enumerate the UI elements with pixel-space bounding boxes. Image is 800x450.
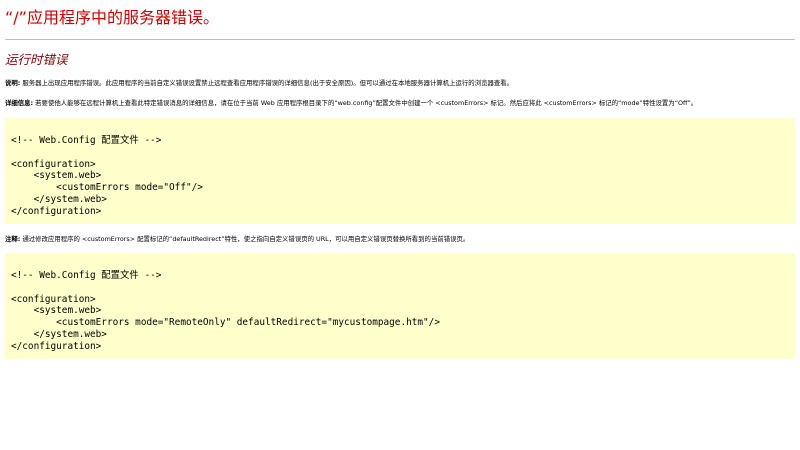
details-text: 若要使他人能够在远程计算机上查看此特定错误消息的详细信息，请在位于当前 Web … — [33, 99, 698, 107]
description-text: 服务器上出现应用程序错误。此应用程序的当前自定义错误设置禁止远程查看应用程序错误… — [20, 79, 514, 87]
details-paragraph: 详细信息: 若要使他人能够在远程计算机上查看此特定错误消息的详细信息，请在位于当… — [5, 98, 697, 108]
code-sample-off-text: <!-- Web.Config 配置文件 --> <configuration>… — [11, 135, 203, 217]
details-label: 详细信息: — [5, 99, 34, 107]
code-sample-redirect-text: <!-- Web.Config 配置文件 --> <configuration>… — [11, 270, 440, 352]
notes-text: 通过修改应用程序的 <customErrors> 配置标记的“defaultRe… — [20, 235, 470, 243]
error-page: “/”应用程序中的服务器错误。 运行时错误 说明: 服务器上出现应用程序错误。此… — [0, 0, 800, 450]
title-divider — [5, 39, 795, 40]
notes-label: 注释: — [5, 235, 21, 243]
description-label: 说明: — [5, 79, 21, 87]
page-title: “/”应用程序中的服务器错误。 — [5, 8, 219, 27]
error-heading: 运行时错误 — [5, 52, 68, 67]
code-sample-off: <!-- Web.Config 配置文件 --> <configuration>… — [5, 118, 795, 224]
notes-paragraph: 注释: 通过修改应用程序的 <customErrors> 配置标记的“defau… — [5, 234, 469, 244]
code-sample-redirect: <!-- Web.Config 配置文件 --> <configuration>… — [5, 253, 795, 359]
description-paragraph: 说明: 服务器上出现应用程序错误。此应用程序的当前自定义错误设置禁止远程查看应用… — [5, 78, 513, 88]
